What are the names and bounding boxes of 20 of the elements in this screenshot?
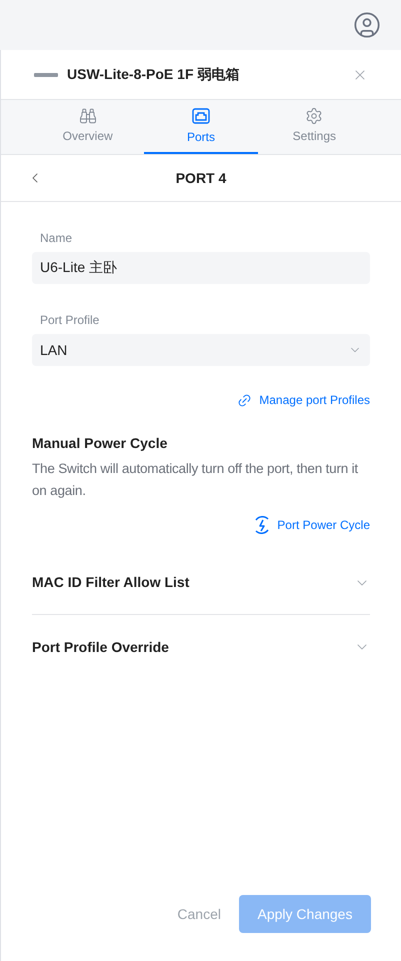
avatar-icon[interactable] [353,11,381,39]
device-title: USW-Lite-8-PoE 1F 弱电箱 [67,65,240,84]
port-title: PORT 4 [176,168,226,188]
power-cycle-title: Manual Power Cycle [32,434,168,453]
name-field[interactable]: U6-Lite 主卧 [32,252,370,284]
accordion-header[interactable]: Port Profile Override [32,615,370,679]
tab[interactable]: Settings [258,100,371,154]
port-power-cycle-link[interactable]: Port Power Cycle [252,515,370,535]
settings-icon [305,107,324,125]
port-icon [190,106,211,126]
manage-profiles-link[interactable]: Manage port Profiles [237,391,370,409]
switch-icon [34,72,58,78]
name-label: Name [39,230,74,247]
power-cycle-description: The Switch will automatically turn off the port, then turn it on again. [32,460,359,500]
tab[interactable]: Ports [144,100,258,154]
profile-dropdown[interactable]: LAN [32,334,370,366]
accordion-header[interactable]: MAC ID Filter Allow List [32,551,370,615]
profile-label: Port Profile [39,312,100,329]
tab[interactable]: Overview [31,100,144,154]
binoculars-icon [78,107,97,125]
